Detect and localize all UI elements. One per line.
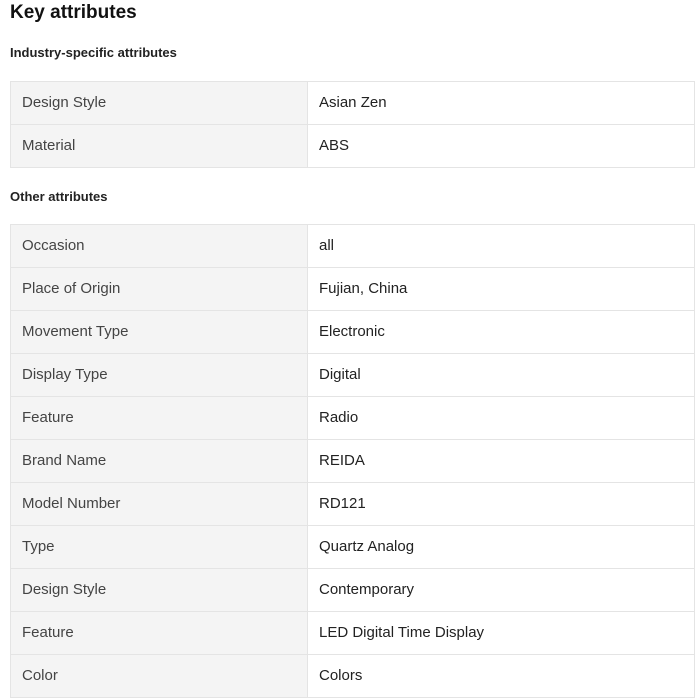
attribute-name: Feature [10,396,308,440]
table-row: Movement Type Electronic [10,310,695,354]
attribute-name: Place of Origin [10,267,308,311]
industry-attributes-table: Design Style Asian Zen Material ABS [10,81,695,168]
table-row: Feature LED Digital Time Display [10,611,695,655]
table-row: Design Style Contemporary [10,568,695,612]
table-row: Place of Origin Fujian, China [10,267,695,311]
attribute-value: Radio [307,396,695,440]
attribute-name: Feature [10,611,308,655]
attribute-value: Fujian, China [307,267,695,311]
attribute-value: ABS [307,124,695,168]
attribute-value: Contemporary [307,568,695,612]
attribute-value: RD121 [307,482,695,526]
attribute-value: Asian Zen [307,81,695,125]
section-title-industry-specific: Industry-specific attributes [10,45,177,60]
attribute-name: Model Number [10,482,308,526]
attribute-name: Design Style [10,81,308,125]
attribute-value: LED Digital Time Display [307,611,695,655]
page-title: Key attributes [10,2,137,23]
attribute-name: Color [10,654,308,698]
attribute-value: Colors [307,654,695,698]
attribute-name: Occasion [10,224,308,268]
attribute-value: all [307,224,695,268]
attribute-name: Display Type [10,353,308,397]
table-row: Display Type Digital [10,353,695,397]
section-title-other: Other attributes [10,189,108,204]
attribute-value: REIDA [307,439,695,483]
attribute-value: Electronic [307,310,695,354]
table-row: Type Quartz Analog [10,525,695,569]
attribute-name: Brand Name [10,439,308,483]
attribute-name: Type [10,525,308,569]
attribute-value: Quartz Analog [307,525,695,569]
attribute-name: Design Style [10,568,308,612]
attribute-name: Movement Type [10,310,308,354]
attribute-name: Material [10,124,308,168]
key-attributes-panel: Key attributes Industry-specific attribu… [0,0,700,700]
other-attributes-table: Occasion all Place of Origin Fujian, Chi… [10,224,695,698]
table-row: Material ABS [10,124,695,168]
table-row: Occasion all [10,224,695,268]
table-row: Model Number RD121 [10,482,695,526]
table-row: Feature Radio [10,396,695,440]
table-row: Design Style Asian Zen [10,81,695,125]
table-row: Color Colors [10,654,695,698]
table-row: Brand Name REIDA [10,439,695,483]
attribute-value: Digital [307,353,695,397]
